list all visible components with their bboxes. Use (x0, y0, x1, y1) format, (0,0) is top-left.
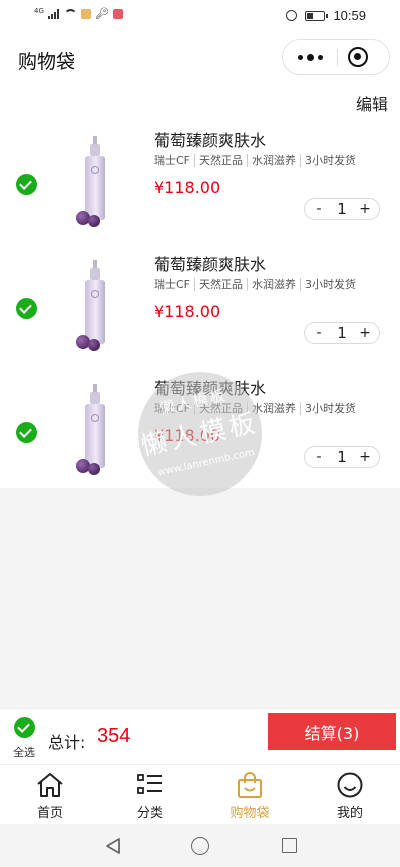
quantity-stepper: - 1 + (304, 198, 380, 220)
product-tag: 天然正品 (194, 278, 247, 291)
app-notification-icon (80, 9, 91, 19)
decrease-button[interactable]: - (313, 449, 325, 465)
smiley-profile-icon (337, 772, 363, 798)
product-tag: 水润滋养 (247, 278, 300, 291)
battery-level (307, 12, 314, 19)
tab-profile[interactable]: 我的 (300, 765, 400, 824)
product-image[interactable] (68, 384, 128, 480)
checkout-bar: 全选 总计: 354 结算(3) (0, 708, 400, 764)
quantity-value[interactable]: 1 (337, 324, 347, 342)
increase-button[interactable]: + (359, 325, 371, 341)
product-tags: 瑞士CF天然正品水润滋养3小时发货 (154, 278, 360, 291)
tab-category[interactable]: 分类 (100, 765, 200, 824)
system-nav-bar (0, 824, 400, 867)
product-tag: 3小时发货 (300, 154, 360, 167)
status-time: 10:59 (333, 8, 366, 23)
product-image[interactable] (68, 136, 128, 232)
settle-button[interactable]: 结算(3) (268, 713, 396, 750)
quantity-stepper: - 1 + (304, 322, 380, 344)
signal-icon (47, 9, 60, 19)
product-tag: 瑞士CF (154, 154, 191, 167)
product-tag: 水润滋养 (247, 154, 300, 167)
tab-label: 购物袋 (230, 806, 270, 821)
wifi-icon (63, 9, 77, 19)
select-all-checkbox[interactable] (14, 717, 35, 738)
key-icon: 🔑︎ (94, 7, 109, 20)
alarm-icon (286, 10, 298, 21)
back-triangle-icon[interactable] (104, 837, 122, 855)
category-list-icon (137, 774, 162, 794)
status-right: 10:59 (286, 8, 366, 23)
capsule-divider (337, 49, 338, 66)
decrease-button[interactable]: - (313, 325, 325, 341)
status-bar: 4G 🔑︎ 10:59 (0, 0, 400, 32)
product-image[interactable] (68, 260, 128, 356)
total-label: 总计: (48, 733, 86, 752)
target-close-icon[interactable] (348, 47, 368, 67)
shopping-bag-icon (238, 772, 262, 798)
tab-bar: 首页 分类 购物袋 我的 (0, 764, 400, 824)
network-type: 4G (34, 7, 44, 15)
product-tags: 瑞士CF天然正品水润滋养3小时发货 (154, 154, 360, 167)
tab-label: 分类 (136, 806, 163, 821)
miniprogram-capsule (282, 39, 390, 75)
tab-cart[interactable]: 购物袋 (200, 765, 300, 824)
tab-label: 我的 (336, 806, 363, 821)
product-tag: 3小时发货 (300, 278, 360, 291)
tab-home[interactable]: 首页 (0, 765, 100, 824)
cart-item: 葡萄臻颜爽肤水 瑞士CF天然正品水润滋养3小时发货 ¥118.00 - 1 + (0, 250, 400, 374)
recent-apps-icon[interactable] (282, 838, 297, 853)
quantity-value[interactable]: 1 (337, 200, 347, 218)
title-bar: 购物袋 (0, 32, 400, 88)
total-value: 354 (97, 725, 131, 747)
status-left: 4G 🔑︎ (34, 7, 123, 20)
item-checkbox[interactable] (16, 298, 37, 319)
quantity-stepper: - 1 + (304, 446, 380, 468)
battery-icon (305, 10, 329, 21)
product-price: ¥118.00 (154, 302, 221, 321)
item-checkbox[interactable] (16, 422, 37, 443)
product-info: 葡萄臻颜爽肤水 瑞士CF天然正品水润滋养3小时发货 ¥118.00 - 1 + (154, 250, 390, 360)
product-info: 葡萄臻颜爽肤水 瑞士CF天然正品水润滋养3小时发货 ¥118.00 - 1 + (154, 126, 390, 236)
edit-button[interactable]: 编辑 (356, 91, 388, 115)
product-price: ¥118.00 (154, 178, 221, 197)
quantity-value[interactable]: 1 (337, 448, 347, 466)
product-name[interactable]: 葡萄臻颜爽肤水 (154, 251, 266, 275)
app-notification-icon (112, 9, 123, 19)
increase-button[interactable]: + (359, 449, 371, 465)
product-tag: 天然正品 (194, 154, 247, 167)
product-tag: 瑞士CF (154, 278, 191, 291)
tab-label: 首页 (36, 806, 63, 821)
page-title: 购物袋 (18, 51, 76, 73)
select-all-label[interactable]: 全选 (13, 744, 35, 760)
product-tag: 3小时发货 (300, 402, 360, 415)
more-dots-icon[interactable] (283, 40, 337, 74)
item-checkbox[interactable] (16, 174, 37, 195)
cart-item: 葡萄臻颜爽肤水 瑞士CF天然正品水润滋养3小时发货 ¥118.00 - 1 + (0, 126, 400, 250)
home-icon (37, 773, 63, 797)
home-circle-icon[interactable] (191, 837, 209, 855)
product-name[interactable]: 葡萄臻颜爽肤水 (154, 127, 266, 151)
decrease-button[interactable]: - (313, 201, 325, 217)
increase-button[interactable]: + (359, 201, 371, 217)
